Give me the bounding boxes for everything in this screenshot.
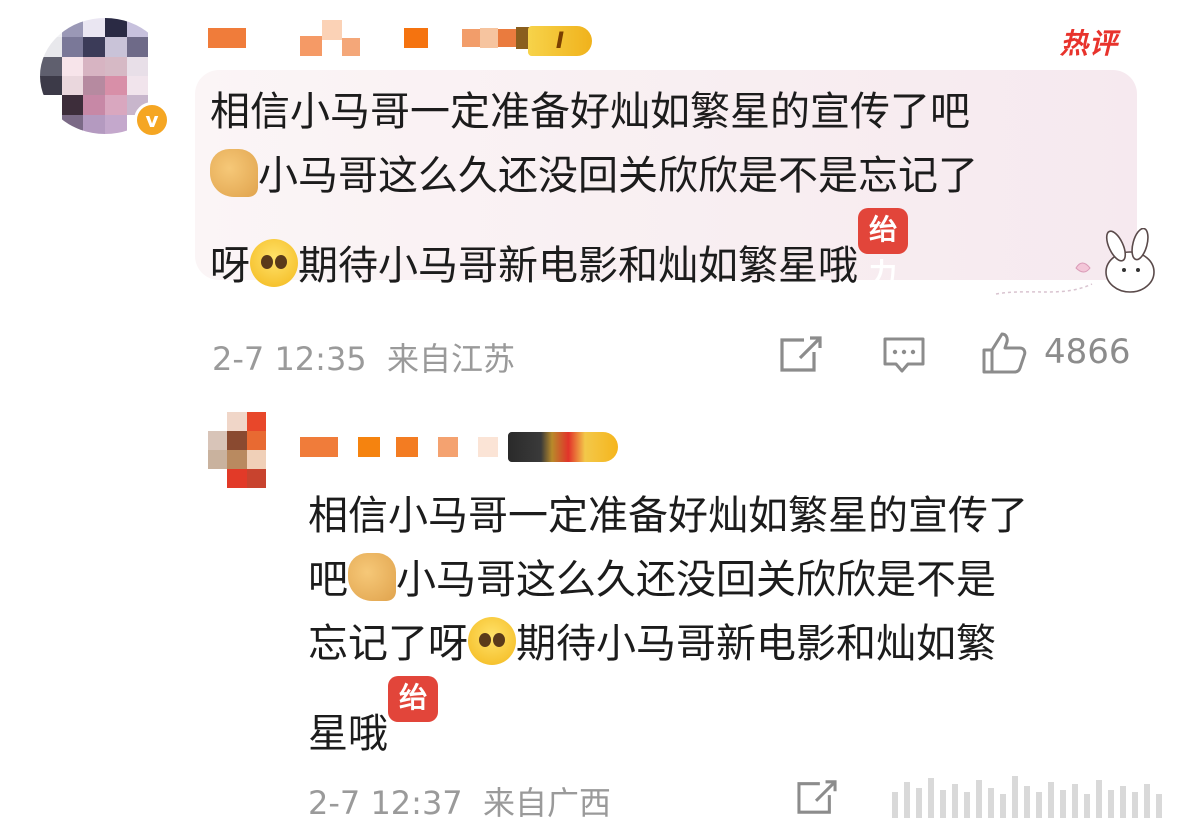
location: 来自江苏 [387,340,516,378]
reply-line: 星哦绐力 [308,676,1118,766]
jiayou-sticker-icon: 绐力 [858,208,908,290]
verified-badge-icon: v [134,102,170,138]
pleading-face-emoji-icon [250,239,298,287]
reply-text: 相信小马哥一定准备好灿如繁星的宣传了 吧小马哥这么久还没回关欣欣是不是 忘记了呀… [308,484,1118,766]
reply-line: 相信小马哥一定准备好灿如繁星的宣传了 [308,493,1028,539]
pleading-face-emoji-icon [468,617,516,665]
share-icon[interactable] [795,778,839,816]
thumb-up-icon[interactable] [980,330,1028,376]
jiayou-sticker-icon: 绐力 [388,676,438,758]
username[interactable] [208,18,552,58]
reply-meta: 2-7 12:37 来自广西 [308,778,611,824]
hot-comment-label: 热评 [1060,27,1119,60]
flexed-biceps-emoji-icon [348,553,396,601]
timestamp: 2-7 12:35 [212,340,367,378]
comment-line: 相信小马哥一定准备好灿如繁星的宣传了吧 [210,89,970,135]
comment-meta: 2-7 12:35 来自江苏 [212,334,515,380]
share-icon[interactable] [778,334,824,374]
reply-user-badge [508,432,618,462]
reply-avatar[interactable] [208,412,266,488]
reply-location: 来自广西 [483,784,612,822]
user-level-badge: I [528,26,592,56]
reply-line: 忘记了呀 期待小马哥新电影和灿如繁 [308,612,1118,676]
comment-icon[interactable] [882,336,926,376]
reply-line: 吧小马哥这么久还没回关欣欣是不是 [308,548,1118,612]
reply-username[interactable] [300,432,540,462]
reply-timestamp: 2-7 12:37 [308,784,463,822]
bunny-decoration-icon [995,228,1155,295]
like-count: 4866 [1044,332,1131,372]
comment-line: 小马哥这么久还没回关欣欣是不是忘记了 [210,144,1130,208]
watermark-icon [892,776,1162,818]
flexed-biceps-emoji-icon [210,149,258,197]
